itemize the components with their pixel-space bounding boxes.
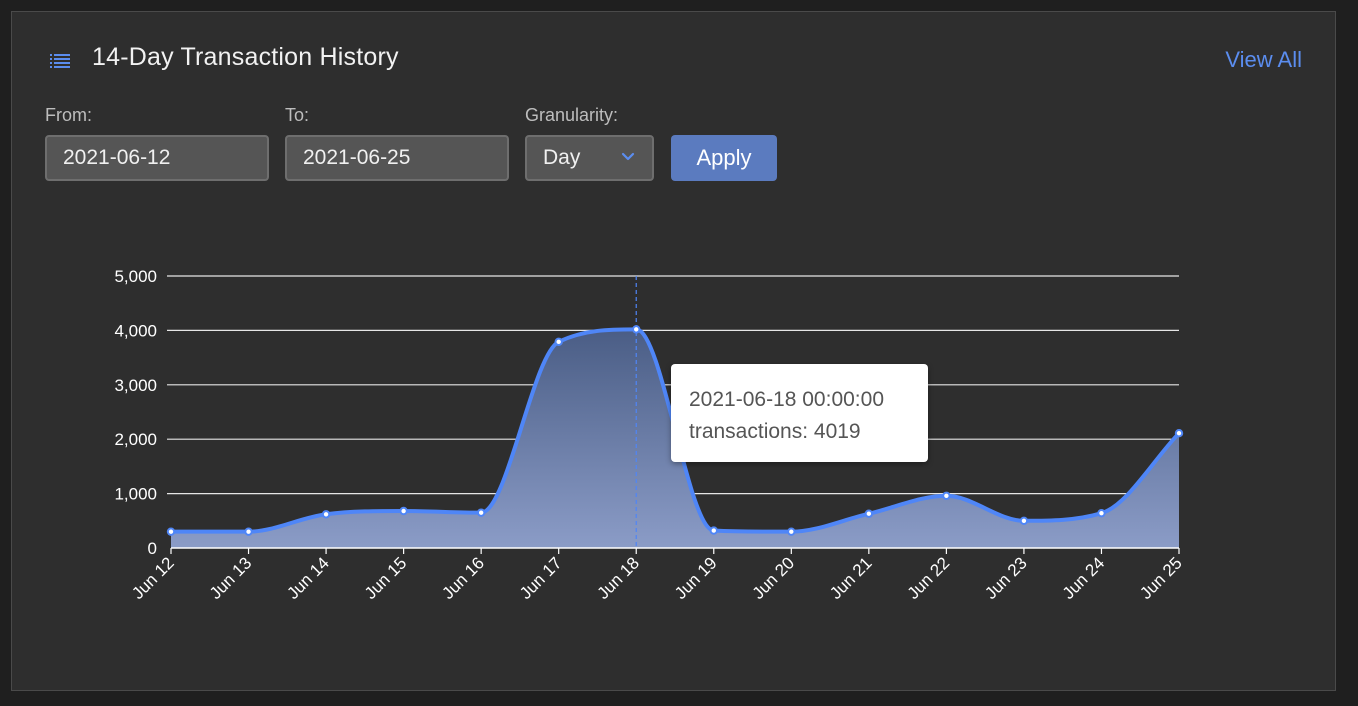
x-tick-label: Jun 12 bbox=[128, 553, 178, 603]
chart-tooltip: 2021-06-18 00:00:00 transactions: 4019 bbox=[671, 364, 928, 462]
y-tick-label: 2,000 bbox=[114, 430, 157, 449]
x-tick-label: Jun 15 bbox=[361, 553, 411, 603]
data-point bbox=[554, 337, 563, 347]
x-tick-label: Jun 13 bbox=[206, 553, 256, 603]
y-tick-label: 0 bbox=[148, 539, 157, 558]
x-tick-label: Jun 14 bbox=[283, 553, 333, 603]
data-point bbox=[942, 491, 951, 500]
data-point bbox=[1097, 508, 1106, 518]
x-tick-label: Jun 20 bbox=[749, 553, 799, 603]
x-tick-label: Jun 22 bbox=[904, 553, 954, 603]
tooltip-date: 2021-06-18 00:00:00 bbox=[689, 388, 884, 411]
x-tick-label: Jun 17 bbox=[516, 553, 566, 603]
x-tick-label: Jun 25 bbox=[1136, 553, 1186, 603]
x-tick-label: Jun 24 bbox=[1059, 553, 1109, 603]
y-tick-label: 3,000 bbox=[114, 376, 157, 395]
y-tick-label: 4,000 bbox=[114, 321, 157, 340]
x-tick-label: Jun 19 bbox=[671, 553, 721, 603]
x-tick-label: Jun 21 bbox=[826, 553, 876, 603]
data-point bbox=[399, 506, 408, 516]
y-tick-label: 1,000 bbox=[114, 485, 157, 504]
data-point bbox=[476, 508, 486, 517]
data-point bbox=[166, 527, 176, 536]
tooltip-value: transactions: 4019 bbox=[689, 420, 861, 443]
data-point bbox=[787, 527, 796, 536]
data-point bbox=[709, 526, 718, 535]
data-point bbox=[1174, 429, 1184, 438]
data-point bbox=[321, 510, 331, 519]
transaction-history-panel: 14-Day Transaction History View All From… bbox=[11, 11, 1336, 691]
y-tick-label: 5,000 bbox=[114, 267, 157, 286]
x-tick-label: Jun 23 bbox=[981, 553, 1031, 603]
x-tick-label: Jun 16 bbox=[438, 553, 488, 603]
data-point bbox=[632, 325, 641, 334]
data-point bbox=[864, 509, 874, 518]
transactions-area-chart: 0 1,000 2,000 3,000 4,000 5,000 Jun 12 Jun 13 Ju… bbox=[114, 267, 1186, 603]
data-point bbox=[244, 527, 253, 536]
x-tick-label: Jun 18 bbox=[594, 553, 644, 603]
data-point bbox=[1019, 516, 1029, 525]
